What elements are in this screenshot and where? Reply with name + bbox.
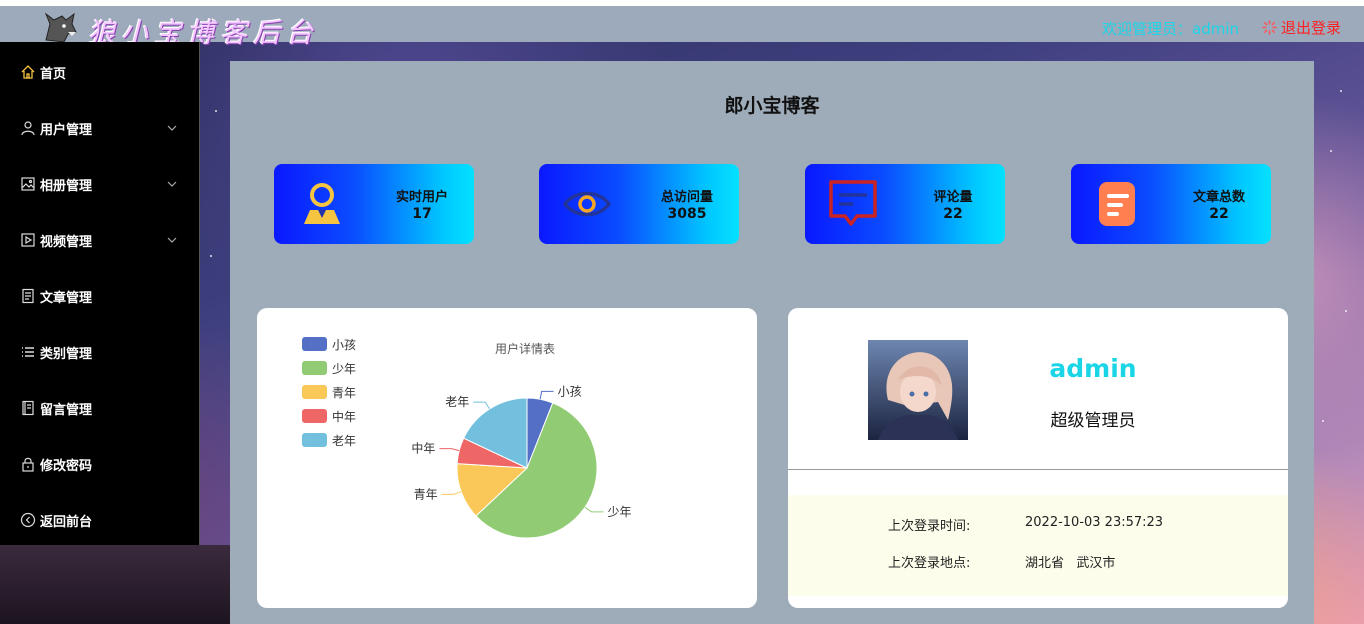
login-info-box: 上次登录时间: 2022-10-03 23:57:23 上次登录地点: 湖北省 … — [788, 495, 1288, 596]
admin-profile-card: admin 超级管理员 上次登录时间: 2022-10-03 23:57:23 … — [788, 308, 1288, 608]
stat-card-online-users: 实时用户 17 — [274, 164, 474, 244]
pie-label: 中年 — [411, 441, 435, 456]
sidebar-item-label: 视频管理 — [40, 234, 93, 250]
profile-role: 超级管理员 — [1050, 411, 1136, 431]
avatar — [868, 340, 968, 440]
stat-value: 22 — [943, 206, 963, 222]
stat-value: 3085 — [667, 206, 707, 222]
pie-label: 老年 — [445, 395, 469, 409]
pie-label: 青年 — [414, 487, 438, 501]
last-login-place-label: 上次登录地点: — [888, 556, 971, 571]
sidebar-item-articles[interactable]: 文章管理 — [20, 286, 190, 306]
stat-card-total-visits: 总访问量 3085 — [539, 164, 739, 244]
divider — [788, 469, 1288, 470]
pie-label: 小孩 — [558, 384, 582, 398]
lock-icon — [22, 457, 34, 472]
sidebar-item-label: 用户管理 — [40, 122, 93, 138]
sidebar-item-password[interactable]: 修改密码 — [20, 454, 190, 474]
main-panel: 郎小宝博客 实时用户 17 总访问量 3085 评论量 22 文章总数 22 小… — [230, 61, 1314, 624]
pie-label-line — [539, 390, 554, 400]
stat-label: 文章总数 — [1192, 190, 1245, 205]
stat-card-comments: 评论量 22 — [805, 164, 1005, 244]
stat-label: 评论量 — [933, 190, 973, 205]
article-icon — [1099, 182, 1135, 226]
pie-label-line — [473, 401, 490, 410]
sidebar-item-users[interactable]: 用户管理 — [20, 118, 190, 138]
eye-icon — [562, 191, 612, 217]
sidebar-item-home[interactable]: 首页 — [20, 62, 190, 82]
notebook-icon — [22, 400, 34, 416]
video-icon — [21, 233, 35, 247]
sidebar-item-messages[interactable]: 留言管理 — [20, 398, 190, 418]
back-icon — [20, 512, 36, 528]
sidebar-item-label: 留言管理 — [40, 402, 93, 418]
sidebar-item-albums[interactable]: 相册管理 — [20, 174, 190, 194]
sidebar-item-label: 返回前台 — [40, 514, 93, 530]
chevron-down-icon — [167, 125, 177, 131]
stat-label: 总访问量 — [660, 190, 713, 205]
user-pie-chart-card: 小孩 少年 青年 中年 老年 用户详情表 小孩 少年 青年 中年 老年 — [257, 308, 757, 608]
background-cityscape — [0, 545, 232, 624]
welcome-text: 欢迎管理员：admin — [1102, 20, 1240, 38]
pie-label: 少年 — [608, 505, 632, 519]
home-icon — [21, 65, 35, 79]
last-login-time-label: 上次登录时间: — [888, 519, 971, 534]
pie-chart: 小孩少年 青年 中年 老年 — [411, 384, 632, 539]
document-icon — [22, 288, 34, 304]
user-icon — [21, 121, 35, 136]
sidebar-item-label: 类别管理 — [40, 346, 93, 362]
pie-label-line — [584, 506, 604, 513]
star — [215, 110, 217, 112]
last-login-time-value: 2022-10-03 23:57:23 — [1025, 515, 1164, 530]
star — [1340, 90, 1342, 92]
wolf-logo-icon — [44, 12, 77, 43]
gear-icon — [1262, 20, 1277, 35]
pie-label-line — [439, 448, 460, 452]
page-title: 郎小宝博客 — [724, 95, 820, 117]
list-icon — [22, 347, 34, 357]
user-avatar-icon — [304, 183, 340, 224]
sidebar-item-videos[interactable]: 视频管理 — [20, 230, 190, 250]
star — [1345, 310, 1347, 312]
sidebar-item-frontend[interactable]: 返回前台 — [20, 510, 190, 530]
star — [1322, 420, 1324, 422]
sidebar-item-label: 文章管理 — [40, 290, 93, 306]
sidebar-item-label: 首页 — [40, 66, 67, 82]
stat-label: 实时用户 — [395, 190, 448, 205]
profile-name: admin — [1049, 354, 1137, 383]
comment-icon — [829, 180, 877, 226]
pie-label-line — [441, 491, 462, 495]
stat-value: 17 — [412, 206, 432, 222]
sidebar-item-label: 相册管理 — [40, 178, 93, 194]
sidebar-item-categories[interactable]: 类别管理 — [20, 342, 190, 362]
logout-label: 退出登录 — [1281, 19, 1342, 37]
star — [1330, 150, 1332, 152]
top-bar: 狼小宝博客后台 欢迎管理员：admin 退出登录 — [0, 0, 1364, 49]
stat-value: 22 — [1209, 206, 1229, 222]
sidebar-item-label: 修改密码 — [40, 458, 93, 474]
stat-card-articles: 文章总数 22 — [1071, 164, 1271, 244]
chevron-down-icon — [167, 181, 177, 187]
star — [210, 255, 212, 257]
last-login-place-value: 湖北省 武汉市 — [1025, 556, 1116, 571]
sidebar: 首页 用户管理 相册管理 视频管理 文章管理 类别管理 留言管理 修改密码 返回… — [0, 42, 200, 545]
logout-button[interactable]: 退出登录 — [1262, 17, 1341, 38]
chevron-down-icon — [167, 237, 177, 243]
image-icon — [21, 177, 35, 191]
